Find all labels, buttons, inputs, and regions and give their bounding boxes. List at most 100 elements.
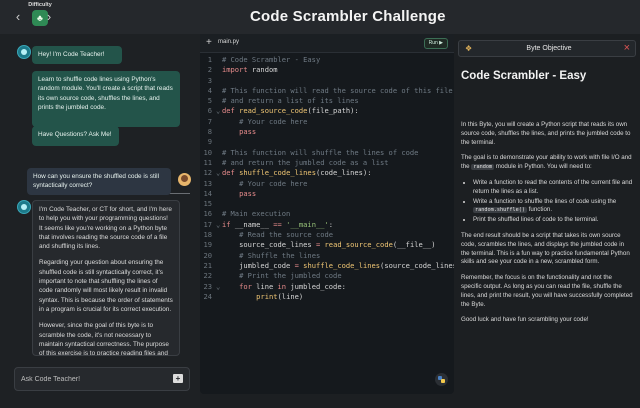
code-token: line — [251, 281, 278, 291]
line-number: 2 — [207, 65, 212, 75]
code-line[interactable]: 16 # Main execution — [200, 209, 454, 219]
chat-message: Hey! I'm Code Teacher! — [32, 46, 122, 64]
code-token: (line) — [277, 291, 304, 301]
line-number: 24 — [203, 291, 212, 301]
text: function. — [526, 206, 553, 214]
code-line[interactable]: 6 ⌄ def read_source_code(file_path): — [200, 106, 454, 116]
objective-goal: The goal is to demonstrate your ability … — [461, 154, 633, 172]
reply-paragraph: I'm Code Teacher, or CT for short, and I… — [39, 206, 172, 251]
line-number: 4 — [207, 85, 212, 95]
line-number: 19 — [203, 240, 212, 250]
code-line[interactable]: 22 # Print the jumbled code — [200, 271, 454, 281]
line-number: 22 — [203, 271, 212, 281]
code-line[interactable]: 14 pass — [200, 189, 454, 199]
objective-remember: Remember, the focus is on the functional… — [461, 274, 633, 308]
objective-panel: ❖ Byte Objective × Code Scrambler - Easy… — [454, 34, 640, 408]
chat-message: Have Questions? Ask Me! — [32, 126, 119, 146]
chat-message: Learn to shuffle code lines using Python… — [32, 71, 180, 127]
line-number: 6 — [207, 106, 212, 116]
fold-chevron-icon — [216, 76, 222, 86]
add-tab-button[interactable]: + — [206, 37, 212, 48]
code-token: : — [328, 219, 334, 229]
line-number: 15 — [203, 199, 212, 209]
tab-main-py[interactable]: main.py — [218, 39, 239, 45]
user-avatar — [178, 173, 191, 186]
chevron-right-icon[interactable]: › — [44, 10, 54, 24]
code-line[interactable]: 3 — [200, 76, 454, 86]
code-token: # and return a list of its lines — [222, 96, 359, 106]
list-item: Print the shuffled lines of code to the … — [473, 216, 633, 225]
bytes-icon: ❖ — [465, 44, 473, 53]
code-token: # This function will shuffle the lines o… — [222, 147, 419, 157]
bot-avatar — [17, 45, 31, 59]
code-token: def — [222, 106, 240, 116]
send-icon[interactable]: + — [173, 374, 183, 383]
line-number: 20 — [203, 250, 212, 260]
top-bar: ‹ Difficulty ♣ › Code Scrambler Challeng… — [0, 0, 640, 34]
difficulty-label: Difficulty — [28, 2, 52, 8]
code-token: shuffle_code_lines — [303, 260, 381, 270]
line-number: 3 — [207, 75, 212, 85]
code-line[interactable]: 15 — [200, 199, 454, 209]
code-line[interactable]: 2 import random — [200, 65, 454, 75]
code-line[interactable]: 23 ⌄ for line in jumbled_code: — [200, 282, 454, 292]
code-token: jumbled_code: — [286, 281, 346, 291]
code-token: __name__ — [234, 219, 274, 229]
code-line[interactable]: 8 pass — [200, 127, 454, 137]
code-line[interactable]: 13 # Your code here — [200, 179, 454, 189]
line-number: 5 — [207, 96, 212, 106]
run-button[interactable]: Run ▶ — [423, 38, 448, 49]
line-number: 8 — [207, 127, 212, 137]
code-line[interactable]: 9 — [200, 137, 454, 147]
code-token: (code_lines): — [315, 168, 372, 178]
code-line[interactable]: 24 print(line) — [200, 292, 454, 302]
code-token: # Print the jumbled code — [239, 271, 342, 281]
page-title: Code Scrambler Challenge — [250, 8, 446, 25]
text: module in Python. You will need to: — [494, 163, 592, 171]
inline-code: random — [471, 164, 495, 171]
code-line[interactable]: 19 source_code_lines = read_source_code(… — [200, 240, 454, 250]
code-token: print — [256, 291, 278, 301]
chat-input[interactable] — [21, 372, 161, 386]
line-number: 21 — [203, 260, 212, 270]
code-line[interactable]: 21 jumbled_code = shuffle_code_lines(sou… — [200, 260, 461, 271]
code-token: # This function will read the source cod… — [222, 85, 453, 95]
code-token: if — [222, 219, 235, 229]
code-token: # Shuffle the lines — [239, 250, 321, 260]
code-token: import — [222, 65, 248, 75]
code-token: # Your code here — [239, 178, 308, 188]
python-icon — [435, 373, 448, 386]
chat-reply: I'm Code Teacher, or CT for short, and I… — [32, 200, 180, 356]
code-area[interactable]: 1 # Code Scrambler - Easy 2 import random… — [200, 55, 461, 302]
code-line[interactable]: 4 # This function will read the source c… — [200, 86, 454, 96]
code-line[interactable]: 10 # This function will shuffle the line… — [200, 148, 454, 158]
code-line[interactable]: 5 # and return a list of its lines — [200, 96, 454, 106]
code-token: '__main__' — [286, 219, 329, 229]
user-message: How can you ensure the shuffled code is … — [27, 168, 171, 195]
chat-panel: Hey! I'm Code Teacher! Learn to shuffle … — [0, 34, 200, 408]
code-line[interactable]: 17 ⌄ if __name__ == '__main__': — [200, 220, 454, 230]
code-token: # and return the jumbled code as a list — [222, 157, 389, 167]
line-number: 16 — [203, 209, 212, 219]
code-line[interactable]: 12 ⌄ def shuffle_code_lines(code_lines): — [200, 168, 454, 178]
code-line[interactable]: 1 # Code Scrambler - Easy — [200, 55, 454, 65]
code-line[interactable]: 7 # Your code here — [200, 117, 454, 127]
line-number: 23 — [203, 281, 212, 291]
text: Write a function to shuffle the lines of… — [473, 197, 617, 205]
code-line[interactable]: 11 # and return the jumbled code as a li… — [200, 158, 454, 168]
code-editor: + main.py Run ▶ 1 # Code Scrambler - Eas… — [200, 34, 461, 394]
code-token: def — [222, 168, 240, 178]
code-line[interactable]: 18 # Read the source code — [200, 230, 454, 240]
close-icon[interactable]: × — [624, 42, 630, 54]
code-token: random — [247, 65, 278, 75]
line-number: 12 — [203, 168, 212, 178]
code-line[interactable]: 20 # Shuffle the lines — [200, 251, 454, 261]
line-number: 14 — [203, 188, 212, 198]
code-token: # Your code here — [239, 116, 308, 126]
